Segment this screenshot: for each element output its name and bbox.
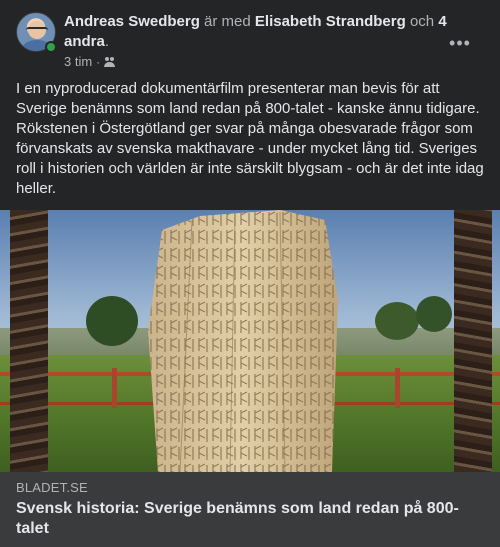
friends-icon[interactable] bbox=[104, 56, 116, 67]
period: . bbox=[104, 33, 110, 50]
image-tree bbox=[375, 302, 419, 340]
and-text: och bbox=[409, 13, 435, 30]
image-wooden-frame-left bbox=[10, 210, 48, 472]
post-meta: 3 tim · bbox=[64, 54, 116, 69]
post-body: I en nyproducerad dokumentärfilm present… bbox=[16, 80, 484, 197]
with-text: är med bbox=[204, 13, 251, 30]
image-wooden-frame-right bbox=[454, 210, 492, 472]
image-fence-post bbox=[395, 368, 400, 408]
online-status-dot bbox=[45, 41, 57, 53]
post-header: Andreas Swedberg är med Elisabeth Strand… bbox=[16, 12, 484, 72]
rune-stone bbox=[148, 210, 338, 472]
image-tree bbox=[86, 296, 138, 346]
link-domain: BLADET.SE bbox=[16, 480, 88, 495]
avatar-glasses bbox=[26, 27, 48, 33]
meta-separator: · bbox=[96, 54, 101, 69]
post-title-line: Andreas Swedberg är med Elisabeth Strand… bbox=[64, 12, 454, 52]
author-name[interactable]: Andreas Swedberg bbox=[64, 13, 200, 30]
post-card: Andreas Swedberg är med Elisabeth Strand… bbox=[0, 0, 500, 547]
post-time[interactable]: 3 tim bbox=[64, 54, 92, 69]
link-preview[interactable]: BLADET.SE Svensk historia: Sverige benäm… bbox=[0, 472, 500, 547]
link-image[interactable] bbox=[0, 210, 500, 472]
link-title[interactable]: Svensk historia: Sverige benämns som lan… bbox=[16, 499, 476, 539]
tagged-name[interactable]: Elisabeth Strandberg bbox=[255, 13, 406, 30]
image-tree bbox=[416, 296, 452, 332]
more-horizontal-icon[interactable]: ••• bbox=[446, 29, 474, 57]
image-fence-post bbox=[112, 368, 117, 408]
